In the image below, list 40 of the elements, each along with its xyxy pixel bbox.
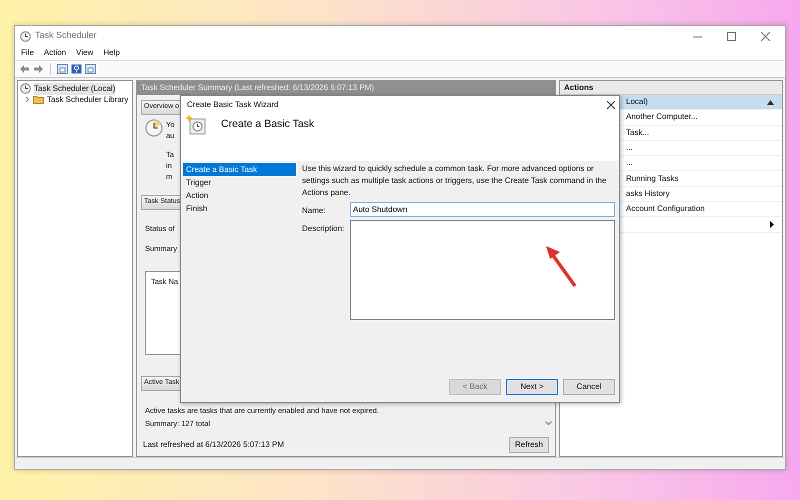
maximize-icon — [726, 32, 736, 40]
menu-item[interactable]: View — [76, 47, 94, 59]
pane-header: Actions — [560, 81, 782, 95]
scroll-down-icon[interactable] — [545, 421, 552, 426]
pane-header: Task Scheduler Summary (Last refreshed: 6/13/2026 5:07:13 PM) — [137, 81, 555, 95]
task-clock-icon — [185, 114, 207, 136]
tree-item[interactable]: Task Scheduler Library — [47, 94, 128, 106]
wizard-button[interactable]: Cancel — [563, 379, 615, 395]
wizard-step[interactable]: Action — [183, 189, 296, 202]
wizard-step[interactable]: Create a Basic Task — [183, 163, 296, 176]
close-icon — [760, 32, 770, 40]
window-title: Task Scheduler — [35, 29, 97, 42]
chevron-icon[interactable] — [24, 96, 30, 103]
collapse-icon[interactable] — [767, 100, 774, 105]
panel-icon[interactable] — [85, 64, 96, 74]
clock-icon — [20, 30, 31, 42]
wizard-step[interactable]: Trigger — [183, 176, 296, 189]
clock-icon — [145, 119, 163, 137]
field-label: Name: — [302, 205, 327, 217]
menu-item[interactable]: Action — [44, 47, 66, 59]
panel-icon[interactable] — [57, 64, 68, 74]
pointer-arrow — [543, 245, 579, 289]
submenu-arrow-icon — [770, 221, 774, 228]
tree-item[interactable]: Task Scheduler (Local) — [34, 82, 116, 94]
close-icon — [607, 101, 615, 109]
close-button[interactable] — [607, 101, 615, 109]
refresh-status: Last refreshed at 6/13/2026 5:07:13 PM — [143, 439, 284, 451]
field-label: Description: — [302, 223, 346, 235]
wizard-button[interactable]: Next > — [506, 379, 558, 395]
menu-item[interactable]: Help — [103, 47, 120, 59]
forward-arrow-icon[interactable] — [33, 64, 44, 74]
dialog-heading: Create a Basic Task — [221, 117, 314, 132]
refresh-button[interactable]: Refresh — [508, 437, 549, 453]
name-field[interactable]: Auto Shutdown — [350, 202, 615, 217]
menu-item[interactable]: File — [21, 47, 34, 59]
wizard-step[interactable]: Finish — [183, 202, 296, 215]
dialog-title: Create Basic Task Wizard — [187, 99, 278, 111]
description-field[interactable] — [350, 220, 615, 320]
clock-icon — [20, 83, 31, 94]
back-arrow-icon[interactable] — [19, 64, 30, 74]
